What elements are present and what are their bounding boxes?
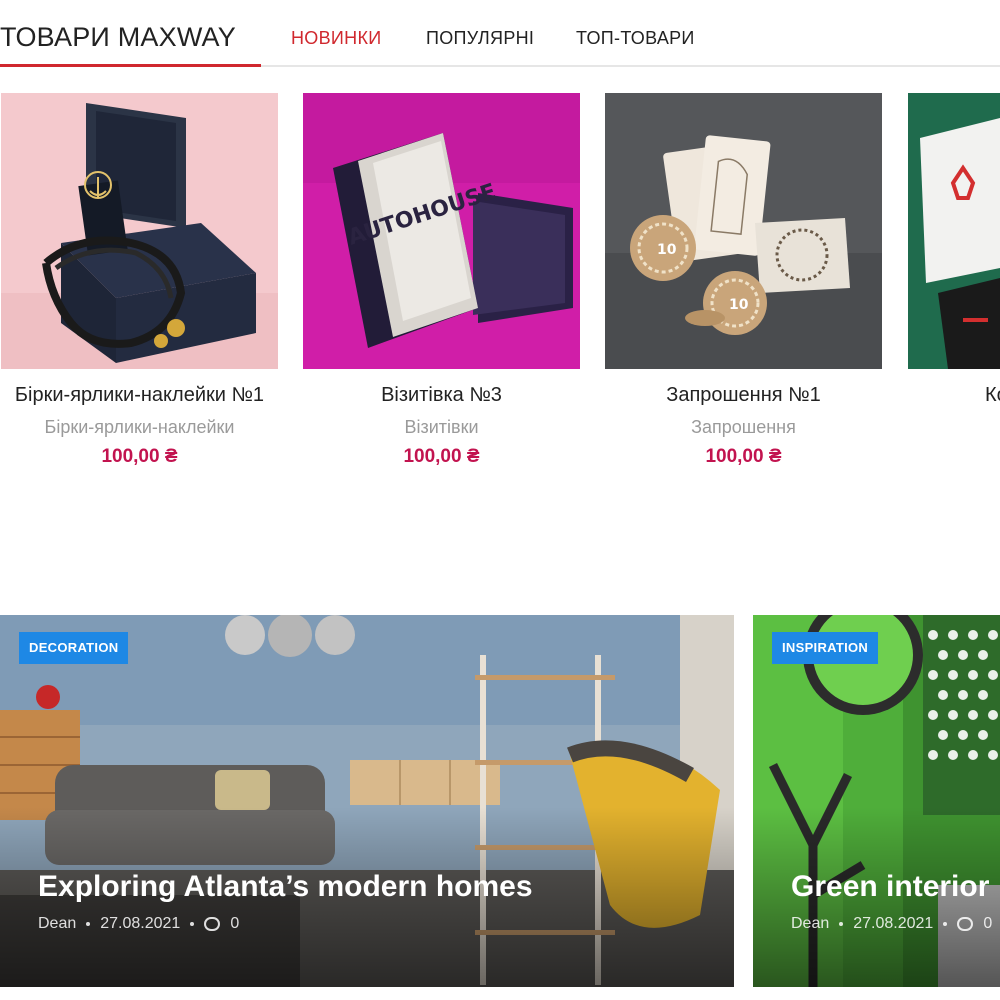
product-image[interactable]: 10 10 — [605, 93, 882, 369]
post-date: 27.08.2021 — [100, 915, 181, 932]
separator-dot — [190, 922, 195, 926]
separator-dot — [86, 922, 91, 926]
product-image[interactable] — [908, 93, 1000, 369]
branding-set-image — [908, 93, 1000, 369]
post-meta: Dean 27.08.2021 0 — [38, 915, 239, 933]
post-author[interactable]: Dean — [791, 915, 829, 933]
blog-post-card[interactable]: INSPIRATION Green interior Dean 27.08.20… — [753, 615, 1000, 987]
product-name[interactable]: Ко — [908, 382, 1000, 409]
tab-popular[interactable]: ПОПУЛЯРНІ — [426, 28, 534, 49]
gift-box-image — [1, 93, 278, 369]
product-tabs: ТОВАРИ MAXWAY НОВИНКИ ПОПУЛЯРНІ ТОП-ТОВА… — [0, 0, 1000, 68]
product-card[interactable]: Ко — [908, 93, 1000, 409]
product-name[interactable]: Запрошення №1 — [605, 382, 882, 409]
post-meta: Dean 27.08.2021 0 — [791, 915, 992, 933]
product-price: 100,00 ₴ — [705, 446, 782, 467]
separator-dot — [839, 922, 844, 926]
product-name[interactable]: Бірки-ярлики-наклейки №1 — [1, 382, 278, 409]
product-price: 100,00 ₴ — [101, 446, 178, 467]
tab-top[interactable]: ТОП-ТОВАРИ — [576, 28, 695, 49]
product-name[interactable]: Візитівка №3 — [303, 382, 580, 409]
post-author[interactable]: Dean — [38, 915, 76, 933]
product-image[interactable] — [1, 93, 278, 369]
post-title[interactable]: Green interior — [791, 870, 989, 904]
section-title: ТОВАРИ MAXWAY — [0, 22, 236, 52]
comment-icon — [204, 917, 221, 931]
title-underline — [0, 64, 261, 67]
category-badge[interactable]: DECORATION — [19, 632, 129, 664]
svg-text:10: 10 — [657, 242, 677, 258]
separator-dot — [943, 922, 948, 926]
product-category[interactable]: Візитівки — [303, 417, 580, 438]
product-card[interactable]: AUTOHOUSE Візитівка №3 Візитівки 100,00 … — [303, 93, 580, 468]
invitation-cards-image: 10 10 — [605, 93, 882, 369]
svg-text:10: 10 — [729, 297, 749, 313]
product-card[interactable]: 10 10 Запрошення №1 Запрошення 100,00 ₴ — [605, 93, 882, 468]
post-title[interactable]: Exploring Atlanta’s modern homes — [38, 870, 533, 904]
product-price: 100,00 ₴ — [403, 446, 480, 467]
product-image[interactable]: AUTOHOUSE — [303, 93, 580, 369]
business-card-image: AUTOHOUSE — [303, 93, 580, 369]
blog-post-card[interactable]: DECORATION Exploring Atlanta’s modern ho… — [0, 615, 734, 987]
comment-icon — [957, 917, 974, 931]
product-category[interactable]: Бірки-ярлики-наклейки — [1, 417, 278, 438]
comment-count[interactable]: 0 — [230, 915, 239, 933]
comment-count[interactable]: 0 — [983, 915, 992, 933]
product-category[interactable]: Запрошення — [605, 417, 882, 438]
tab-new[interactable]: НОВИНКИ — [291, 28, 381, 49]
category-badge[interactable]: INSPIRATION — [772, 632, 879, 664]
post-date: 27.08.2021 — [853, 915, 934, 932]
product-card[interactable]: Бірки-ярлики-наклейки №1 Бірки-ярлики-на… — [1, 93, 278, 468]
